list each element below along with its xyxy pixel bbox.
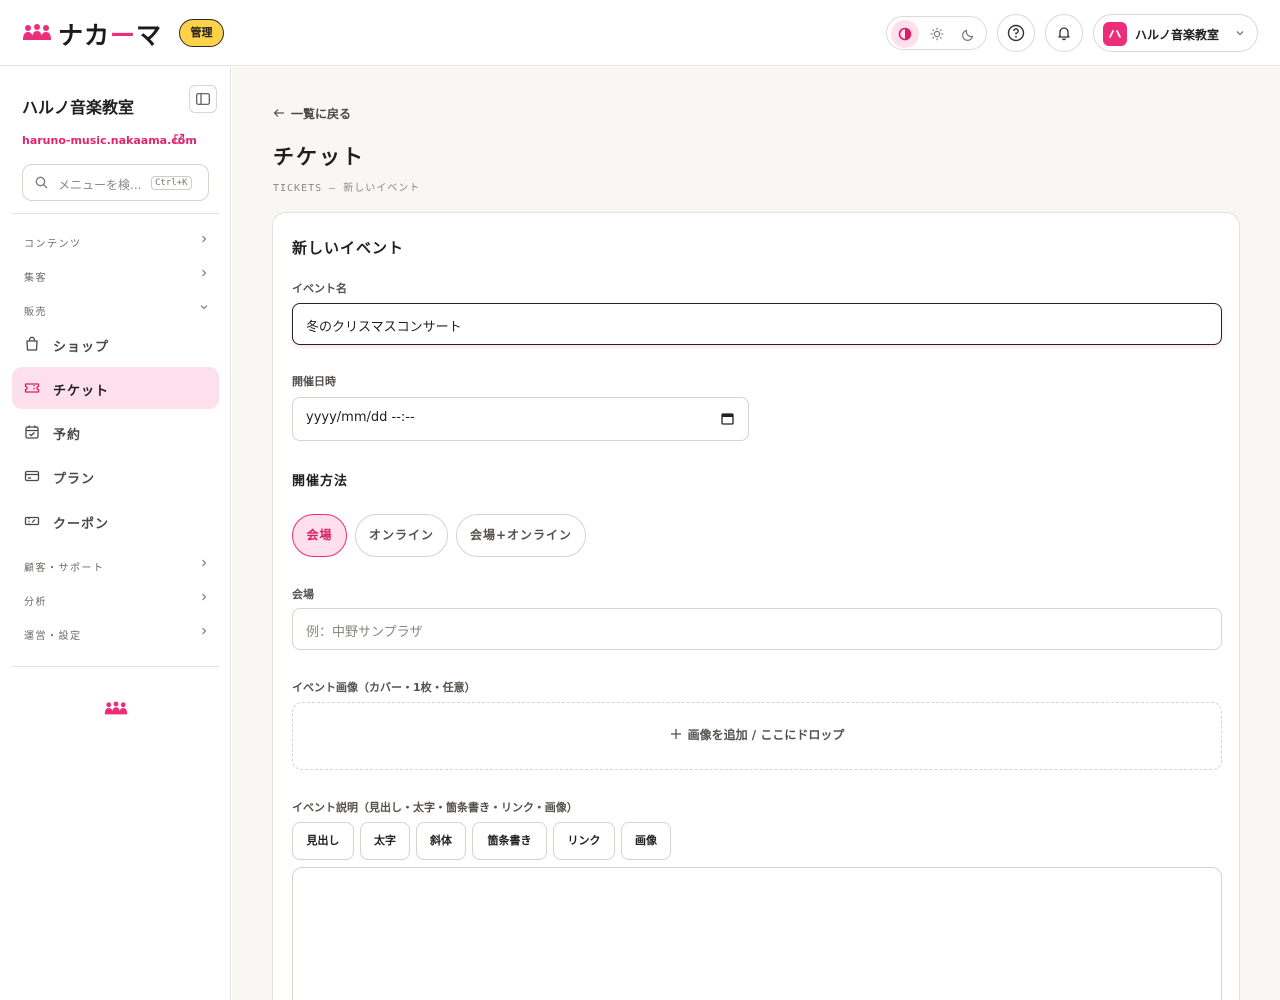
account-name: ハルノ音楽教室 [1135, 28, 1220, 42]
toolbar-italic-button[interactable]: 斜体 [416, 822, 466, 860]
nav-group-label: 顧客・サポート [24, 563, 105, 574]
sidebar-item-label: チケット [53, 384, 110, 399]
moon-icon [962, 29, 974, 41]
credit-card-icon [24, 470, 40, 482]
divider [12, 213, 219, 214]
datetime-value: yyyy/mm/dd --:-- [306, 410, 415, 425]
event-name-input[interactable]: 冬のクリスマスコンサート [292, 303, 1222, 345]
theme-switcher [886, 16, 987, 50]
breadcrumb: TICKETS — 新しいイベント [273, 183, 421, 194]
sidebar-collapse-button[interactable] [189, 85, 217, 113]
toolbar-link-button[interactable]: リンク [553, 822, 615, 860]
method-option-venue[interactable]: 会場 [292, 514, 347, 557]
contrast-icon [898, 27, 912, 41]
notifications-button[interactable] [1045, 14, 1083, 52]
help-button[interactable] [997, 14, 1035, 52]
venue-input[interactable]: 例：中野サンプラザ [292, 608, 1222, 650]
sidebar-item-label: ショップ [53, 340, 110, 355]
sidebar: ハルノ音楽教室 haruno-music.nakaama.com メニューを検.… [0, 67, 231, 1000]
chevron-right-icon [202, 269, 207, 277]
form-title: 新しいイベント [292, 239, 405, 257]
nav-group-operations[interactable]: 運営・設定 [24, 627, 210, 642]
datetime-input[interactable]: yyyy/mm/dd --:-- [292, 397, 749, 441]
sidebar-item-shop[interactable]: ショップ [12, 323, 219, 365]
site-url-link[interactable]: haruno-music.nakaama.com [22, 134, 197, 147]
main-content: 一覧に戻る チケット TICKETS — 新しいイベント 新しいイベント イベン… [232, 67, 1280, 1000]
avatar [1103, 22, 1127, 46]
sidebar-item-reservations[interactable]: 予約 [12, 411, 219, 453]
calendar-icon[interactable] [721, 412, 734, 425]
theme-light-button[interactable] [923, 20, 951, 48]
back-label: 一覧に戻る [291, 107, 352, 121]
chevron-down-icon [200, 305, 208, 310]
arrow-left-icon [273, 109, 284, 117]
calendar-check-icon [25, 425, 39, 439]
sidebar-item-tickets[interactable]: チケット [12, 367, 219, 409]
coupon-icon [24, 516, 40, 526]
logo-people-icon[interactable] [22, 22, 52, 42]
admin-badge: 管理 [179, 19, 224, 47]
help-icon [1007, 24, 1025, 42]
nav-group-label: 集客 [24, 273, 47, 284]
toolbar-heading-button[interactable]: 見出し [292, 822, 354, 860]
top-bar: ナカーマ 管理 ハルノ音楽教室 [0, 0, 1280, 66]
theme-auto-button[interactable] [891, 20, 919, 48]
logo-wordmark[interactable]: ナカーマ [58, 16, 162, 52]
avatar-logo-icon [1109, 30, 1121, 38]
page-title: チケット [273, 145, 365, 169]
account-menu[interactable]: ハルノ音楽教室 [1093, 14, 1258, 52]
nav-group-customers[interactable]: 顧客・サポート [24, 559, 210, 574]
description-editor[interactable] [292, 867, 1222, 1000]
external-link-icon[interactable] [173, 133, 185, 145]
toolbar-list-button[interactable]: 箇条書き [472, 822, 547, 860]
sidebar-item-coupons[interactable]: クーポン [12, 500, 219, 542]
plus-icon [670, 729, 681, 739]
dropzone-text: 画像を追加 / ここにドロップ [687, 728, 845, 742]
theme-dark-button[interactable] [955, 20, 983, 48]
search-shortcut-badge: Ctrl+K [151, 176, 192, 190]
nav-group-content[interactable]: コンテンツ [24, 235, 210, 250]
sidebar-item-plans[interactable]: プラン [12, 455, 219, 497]
method-option-online[interactable]: オンライン [355, 514, 448, 557]
bell-icon [1058, 27, 1070, 41]
shopping-bag-icon [26, 336, 38, 351]
nav-group-label: コンテンツ [24, 239, 82, 250]
ticket-icon [24, 383, 40, 393]
nav-group-label: 分析 [24, 597, 47, 608]
method-option-hybrid[interactable]: 会場+オンライン [456, 514, 586, 557]
nav-group-sales[interactable]: 販売 [24, 303, 210, 318]
chevron-right-icon [202, 559, 207, 567]
nav-group-label: 運営・設定 [24, 631, 82, 642]
toolbar-image-button[interactable]: 画像 [621, 822, 671, 860]
nav-group-label: 販売 [24, 307, 47, 318]
event-name-label: イベント名 [292, 282, 347, 295]
sidebar-item-label: 予約 [53, 428, 82, 443]
divider [12, 666, 219, 667]
search-placeholder: メニューを検... [58, 178, 142, 192]
chevron-down-icon [1236, 31, 1244, 36]
venue-label: 会場 [292, 588, 314, 601]
site-name: ハルノ音楽教室 [22, 98, 135, 117]
sidebar-item-label: クーポン [53, 517, 110, 532]
nav-group-analytics[interactable]: 分析 [24, 593, 210, 608]
chevron-right-icon [202, 235, 207, 243]
image-label: イベント画像（カバー・1枚・任意） [292, 681, 476, 694]
back-to-list-link[interactable]: 一覧に戻る [273, 105, 351, 122]
nav-group-marketing[interactable]: 集客 [24, 269, 210, 284]
event-form-card: 新しいイベント イベント名 冬のクリスマスコンサート 開催日時 yyyy/mm/… [272, 212, 1240, 1000]
description-label: イベント説明（見出し・太字・箇条書き・リンク・画像） [292, 801, 578, 814]
sidebar-toggle-icon [196, 93, 210, 105]
method-title: 開催方法 [292, 474, 349, 489]
sun-icon [930, 27, 944, 41]
footer-logo-icon [104, 701, 128, 715]
chevron-right-icon [202, 593, 207, 601]
datetime-label: 開催日時 [292, 375, 336, 388]
menu-search-input[interactable]: メニューを検... Ctrl+K [22, 164, 209, 201]
image-dropzone[interactable]: 画像を追加 / ここにドロップ [292, 702, 1222, 770]
search-icon [35, 176, 48, 189]
sidebar-item-label: プラン [53, 472, 96, 487]
toolbar-bold-button[interactable]: 太字 [360, 822, 410, 860]
chevron-right-icon [202, 627, 207, 635]
